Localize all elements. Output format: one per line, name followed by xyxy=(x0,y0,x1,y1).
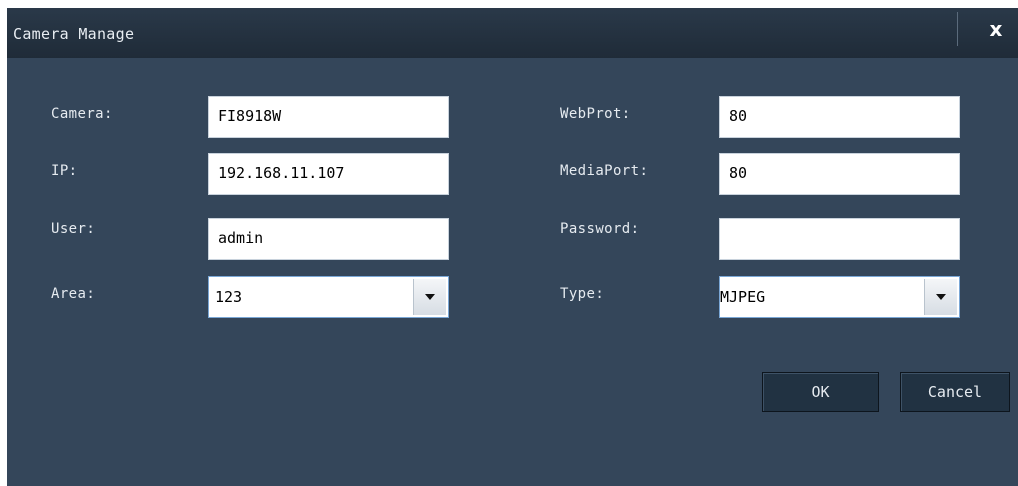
camera-label: Camera: xyxy=(51,106,113,122)
titlebar-separator xyxy=(957,12,958,46)
camera-manage-dialog: Camera Manage x Camera: FI8918W IP: 192.… xyxy=(7,8,1018,486)
mediaport-label: MediaPort: xyxy=(560,163,649,179)
area-select[interactable]: 123 xyxy=(208,276,449,318)
user-label: User: xyxy=(51,221,96,237)
titlebar: Camera Manage x xyxy=(7,8,1018,58)
area-select-value: 123 xyxy=(215,288,243,306)
password-label: Password: xyxy=(560,221,640,237)
area-label: Area: xyxy=(51,286,96,302)
ip-input[interactable]: 192.168.11.107 xyxy=(208,153,449,195)
cancel-button[interactable]: Cancel xyxy=(900,372,1010,412)
password-input[interactable] xyxy=(719,218,960,260)
chevron-down-icon[interactable] xyxy=(924,279,957,315)
ok-button[interactable]: OK xyxy=(762,372,879,412)
type-label: Type: xyxy=(560,286,605,302)
camera-input[interactable]: FI8918W xyxy=(208,96,449,138)
dialog-title: Camera Manage xyxy=(13,25,135,43)
ip-label: IP: xyxy=(51,163,78,179)
mediaport-input[interactable]: 80 xyxy=(719,153,960,195)
user-input[interactable]: admin xyxy=(208,218,449,260)
type-select-value: MJPEG xyxy=(720,288,766,306)
type-select[interactable]: MJPEG xyxy=(719,276,960,318)
webport-input[interactable]: 80 xyxy=(719,96,960,138)
chevron-down-icon[interactable] xyxy=(413,279,446,315)
webport-label: WebProt: xyxy=(560,106,631,122)
close-icon[interactable]: x xyxy=(979,12,1013,46)
